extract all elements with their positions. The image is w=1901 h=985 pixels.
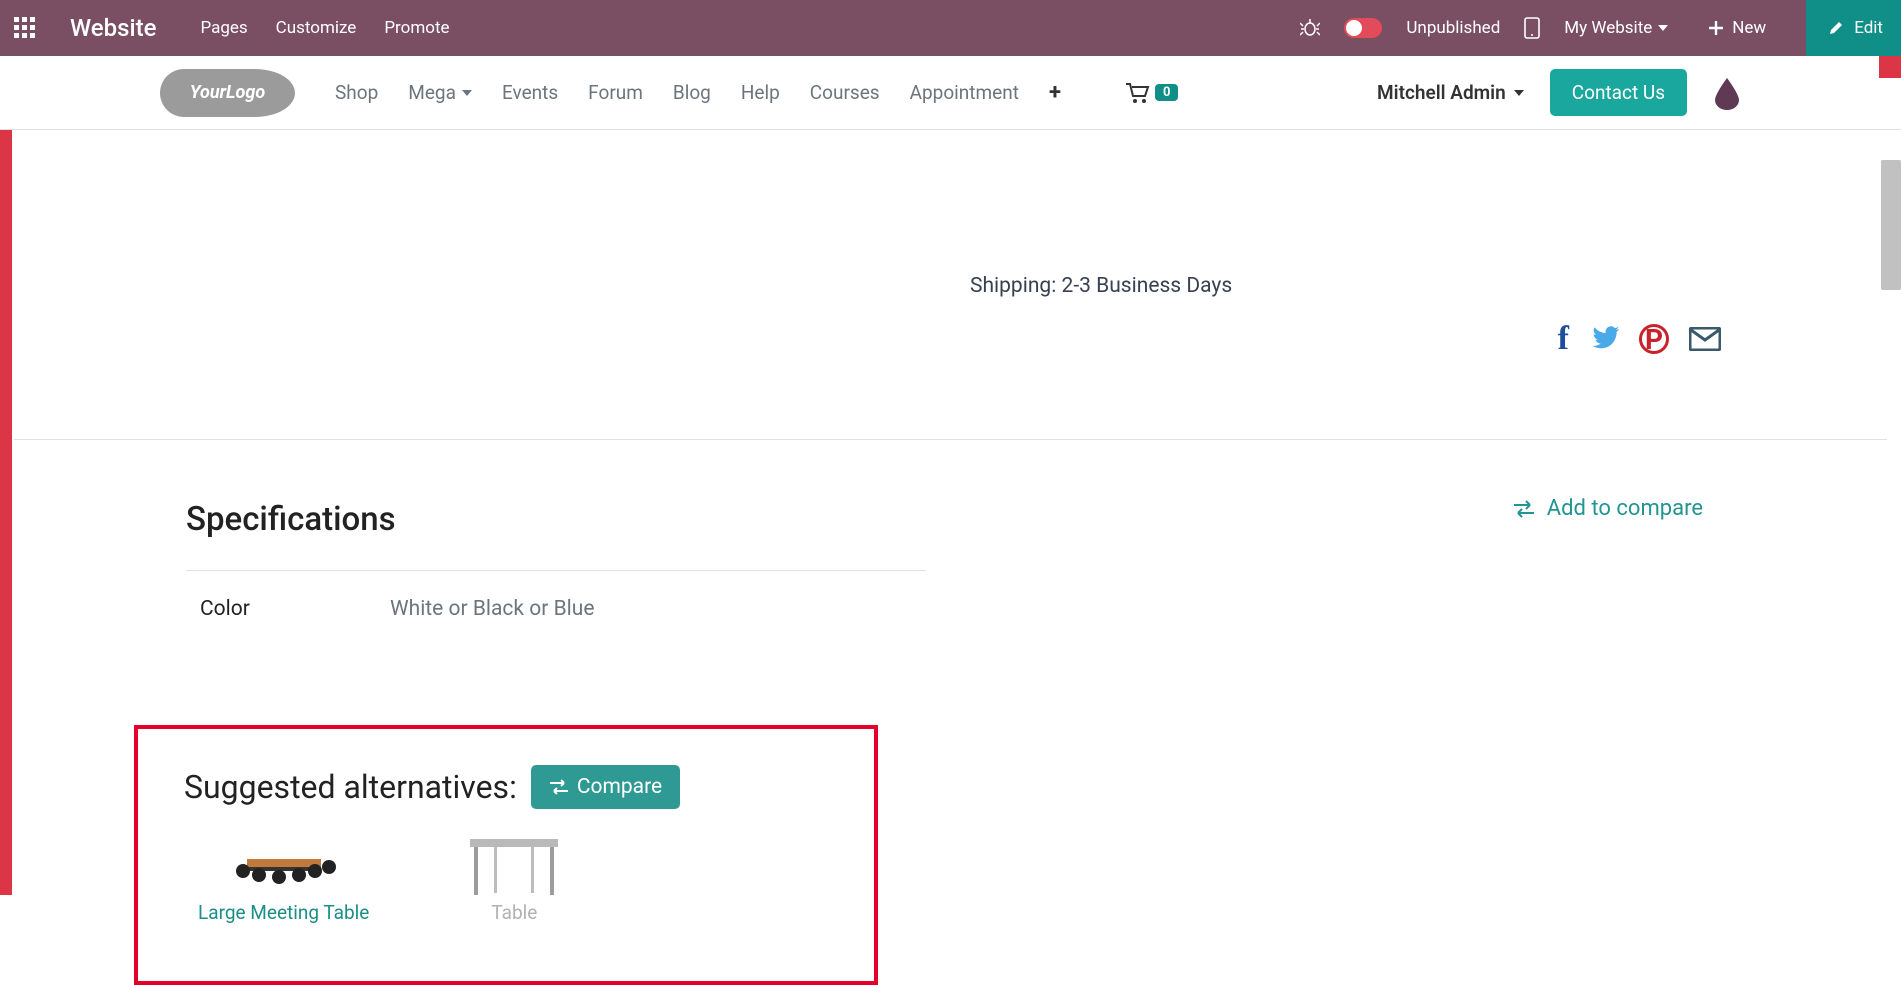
cart-count-badge: 0 — [1155, 84, 1178, 101]
alternatives-list: Large Meeting Table Table — [138, 809, 874, 924]
site-nav: Shop Mega Events Forum Blog Help Courses… — [335, 80, 1178, 105]
compare-button[interactable]: Compare — [531, 765, 680, 809]
spec-divider — [186, 570, 926, 571]
vertical-scrollbar[interactable] — [1881, 160, 1901, 290]
theme-droplet[interactable] — [1713, 76, 1741, 110]
chevron-down-icon — [462, 90, 472, 96]
product-thumbnail — [459, 837, 569, 895]
alternative-item[interactable]: Large Meeting Table — [198, 837, 369, 924]
editor-topbar: Website Pages Customize Promote Unpublis… — [0, 0, 1901, 56]
alternative-item[interactable]: Table — [459, 837, 569, 924]
user-menu[interactable]: Mitchell Admin — [1377, 81, 1524, 104]
email-icon[interactable] — [1689, 327, 1721, 351]
cart-button[interactable]: 0 — [1125, 82, 1178, 104]
site-nav-right: Mitchell Admin Contact Us — [1377, 69, 1741, 116]
pinterest-icon[interactable]: P — [1639, 324, 1669, 354]
spec-key: Color — [200, 597, 390, 621]
compare-button-label: Compare — [577, 775, 662, 799]
add-to-compare-label: Add to compare — [1547, 496, 1703, 521]
topbar-right: Unpublished My Website New Edit — [1300, 0, 1901, 56]
nav-courses[interactable]: Courses — [810, 81, 880, 104]
suggested-alternatives-section: Suggested alternatives: Compare Large Me… — [134, 725, 878, 985]
publish-toggle[interactable] — [1344, 18, 1382, 38]
add-menu-item-icon[interactable]: + — [1049, 80, 1061, 105]
alternatives-title: Suggested alternatives: — [184, 768, 517, 806]
add-to-compare-link[interactable]: Add to compare — [1513, 496, 1703, 521]
exchange-icon — [1513, 500, 1535, 518]
promote-menu[interactable]: Promote — [382, 14, 451, 42]
new-button-label: New — [1732, 18, 1766, 38]
facebook-icon[interactable]: f — [1558, 320, 1569, 358]
customize-menu[interactable]: Customize — [274, 14, 359, 42]
product-thumbnail — [229, 837, 339, 895]
website-switcher-label: My Website — [1564, 18, 1652, 38]
specifications-table: Color White or Black or Blue — [186, 570, 926, 629]
exchange-icon — [549, 779, 569, 795]
nav-help[interactable]: Help — [741, 81, 780, 104]
chevron-down-icon — [1514, 90, 1524, 96]
nav-mega-label: Mega — [408, 81, 456, 104]
nav-mega[interactable]: Mega — [408, 81, 472, 104]
bug-icon[interactable] — [1300, 18, 1320, 38]
website-navbar: YourLogo Shop Mega Events Forum Blog Hel… — [0, 56, 1901, 130]
specifications-heading: Specifications — [186, 500, 396, 539]
overflow-indicator-right — [1879, 56, 1901, 78]
chevron-down-icon — [1658, 25, 1668, 31]
site-logo-text: YourLogo — [190, 82, 265, 103]
contact-us-button[interactable]: Contact Us — [1550, 69, 1687, 116]
website-switcher[interactable]: My Website — [1564, 18, 1668, 38]
spec-value: White or Black or Blue — [390, 597, 594, 621]
alternatives-header: Suggested alternatives: Compare — [138, 729, 874, 809]
droplet-icon — [1713, 76, 1741, 110]
nav-shop[interactable]: Shop — [335, 81, 378, 104]
app-title[interactable]: Website — [70, 14, 156, 42]
new-button[interactable]: New — [1692, 0, 1782, 56]
alternative-label: Large Meeting Table — [198, 901, 369, 924]
pages-menu[interactable]: Pages — [198, 14, 249, 42]
mobile-preview-icon[interactable] — [1524, 17, 1540, 39]
social-share-row: f P — [1558, 320, 1721, 358]
nav-appointment[interactable]: Appointment — [910, 81, 1019, 104]
plus-icon — [1708, 20, 1724, 36]
publish-status-label: Unpublished — [1406, 18, 1500, 38]
edit-button[interactable]: Edit — [1806, 0, 1901, 56]
spec-row: Color White or Black or Blue — [186, 589, 926, 629]
apps-grid-icon[interactable] — [14, 17, 36, 39]
pencil-icon — [1828, 20, 1844, 36]
topbar-left: Website Pages Customize Promote — [0, 14, 452, 42]
shipping-info: Shipping: 2-3 Business Days — [970, 274, 1232, 298]
edit-button-label: Edit — [1854, 18, 1883, 38]
nav-blog[interactable]: Blog — [673, 81, 711, 104]
alternative-label: Table — [459, 901, 569, 924]
section-divider — [14, 439, 1887, 440]
twitter-icon[interactable] — [1589, 326, 1619, 352]
user-menu-label: Mitchell Admin — [1377, 81, 1506, 104]
nav-forum[interactable]: Forum — [588, 81, 643, 104]
overflow-indicator-left — [0, 130, 12, 895]
site-logo[interactable]: YourLogo — [160, 69, 295, 117]
cart-icon — [1125, 82, 1151, 104]
nav-events[interactable]: Events — [502, 81, 558, 104]
